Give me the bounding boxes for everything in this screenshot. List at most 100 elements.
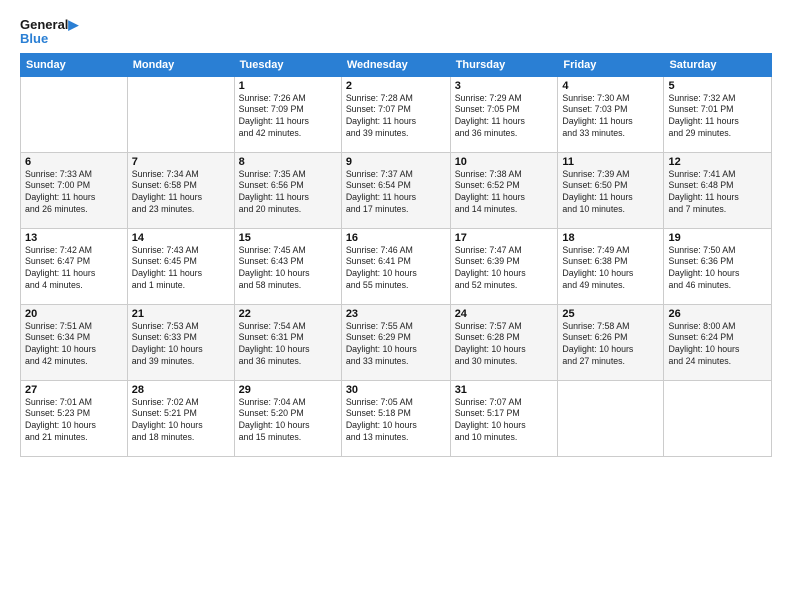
calendar-cell: 18Sunrise: 7:49 AMSunset: 6:38 PMDayligh… xyxy=(558,228,664,304)
cell-info: Sunrise: 7:50 AMSunset: 6:36 PMDaylight:… xyxy=(668,245,767,293)
calendar-cell: 25Sunrise: 7:58 AMSunset: 6:26 PMDayligh… xyxy=(558,304,664,380)
day-number: 15 xyxy=(239,232,337,244)
day-number: 29 xyxy=(239,384,337,396)
cell-info: Sunrise: 7:38 AMSunset: 6:52 PMDaylight:… xyxy=(455,169,554,217)
calendar-cell: 5Sunrise: 7:32 AMSunset: 7:01 PMDaylight… xyxy=(664,76,772,152)
cell-info: Sunrise: 7:29 AMSunset: 7:05 PMDaylight:… xyxy=(455,93,554,141)
cell-info: Sunrise: 7:28 AMSunset: 7:07 PMDaylight:… xyxy=(346,93,446,141)
calendar-cell: 8Sunrise: 7:35 AMSunset: 6:56 PMDaylight… xyxy=(234,152,341,228)
cell-info: Sunrise: 7:54 AMSunset: 6:31 PMDaylight:… xyxy=(239,321,337,369)
calendar-week-2: 13Sunrise: 7:42 AMSunset: 6:47 PMDayligh… xyxy=(21,228,772,304)
day-number: 28 xyxy=(132,384,230,396)
cell-info: Sunrise: 7:51 AMSunset: 6:34 PMDaylight:… xyxy=(25,321,123,369)
logo-text: General▶ Blue xyxy=(20,18,78,47)
cell-info: Sunrise: 7:46 AMSunset: 6:41 PMDaylight:… xyxy=(346,245,446,293)
calendar-cell xyxy=(664,380,772,456)
day-number: 17 xyxy=(455,232,554,244)
day-number: 6 xyxy=(25,156,123,168)
calendar-cell: 3Sunrise: 7:29 AMSunset: 7:05 PMDaylight… xyxy=(450,76,558,152)
weekday-header-tuesday: Tuesday xyxy=(234,53,341,76)
calendar-week-3: 20Sunrise: 7:51 AMSunset: 6:34 PMDayligh… xyxy=(21,304,772,380)
cell-info: Sunrise: 7:04 AMSunset: 5:20 PMDaylight:… xyxy=(239,397,337,445)
cell-info: Sunrise: 7:47 AMSunset: 6:39 PMDaylight:… xyxy=(455,245,554,293)
day-number: 14 xyxy=(132,232,230,244)
calendar-cell: 21Sunrise: 7:53 AMSunset: 6:33 PMDayligh… xyxy=(127,304,234,380)
cell-info: Sunrise: 7:02 AMSunset: 5:21 PMDaylight:… xyxy=(132,397,230,445)
calendar-cell: 14Sunrise: 7:43 AMSunset: 6:45 PMDayligh… xyxy=(127,228,234,304)
weekday-header-thursday: Thursday xyxy=(450,53,558,76)
calendar-week-1: 6Sunrise: 7:33 AMSunset: 7:00 PMDaylight… xyxy=(21,152,772,228)
calendar-cell: 26Sunrise: 8:00 AMSunset: 6:24 PMDayligh… xyxy=(664,304,772,380)
cell-info: Sunrise: 7:58 AMSunset: 6:26 PMDaylight:… xyxy=(562,321,659,369)
day-number: 10 xyxy=(455,156,554,168)
cell-info: Sunrise: 7:53 AMSunset: 6:33 PMDaylight:… xyxy=(132,321,230,369)
day-number: 1 xyxy=(239,80,337,92)
calendar-week-4: 27Sunrise: 7:01 AMSunset: 5:23 PMDayligh… xyxy=(21,380,772,456)
calendar-cell: 11Sunrise: 7:39 AMSunset: 6:50 PMDayligh… xyxy=(558,152,664,228)
calendar-cell: 15Sunrise: 7:45 AMSunset: 6:43 PMDayligh… xyxy=(234,228,341,304)
calendar-cell xyxy=(558,380,664,456)
day-number: 27 xyxy=(25,384,123,396)
cell-info: Sunrise: 8:00 AMSunset: 6:24 PMDaylight:… xyxy=(668,321,767,369)
weekday-header-monday: Monday xyxy=(127,53,234,76)
weekday-header-wednesday: Wednesday xyxy=(341,53,450,76)
day-number: 7 xyxy=(132,156,230,168)
calendar-cell: 9Sunrise: 7:37 AMSunset: 6:54 PMDaylight… xyxy=(341,152,450,228)
cell-info: Sunrise: 7:32 AMSunset: 7:01 PMDaylight:… xyxy=(668,93,767,141)
calendar-cell: 10Sunrise: 7:38 AMSunset: 6:52 PMDayligh… xyxy=(450,152,558,228)
day-number: 26 xyxy=(668,308,767,320)
day-number: 24 xyxy=(455,308,554,320)
day-number: 30 xyxy=(346,384,446,396)
cell-info: Sunrise: 7:05 AMSunset: 5:18 PMDaylight:… xyxy=(346,397,446,445)
day-number: 25 xyxy=(562,308,659,320)
cell-info: Sunrise: 7:01 AMSunset: 5:23 PMDaylight:… xyxy=(25,397,123,445)
weekday-header-saturday: Saturday xyxy=(664,53,772,76)
day-number: 4 xyxy=(562,80,659,92)
day-number: 22 xyxy=(239,308,337,320)
weekday-header-sunday: Sunday xyxy=(21,53,128,76)
cell-info: Sunrise: 7:34 AMSunset: 6:58 PMDaylight:… xyxy=(132,169,230,217)
cell-info: Sunrise: 7:55 AMSunset: 6:29 PMDaylight:… xyxy=(346,321,446,369)
calendar-cell: 24Sunrise: 7:57 AMSunset: 6:28 PMDayligh… xyxy=(450,304,558,380)
cell-info: Sunrise: 7:49 AMSunset: 6:38 PMDaylight:… xyxy=(562,245,659,293)
weekday-header-friday: Friday xyxy=(558,53,664,76)
day-number: 12 xyxy=(668,156,767,168)
calendar-week-0: 1Sunrise: 7:26 AMSunset: 7:09 PMDaylight… xyxy=(21,76,772,152)
cell-info: Sunrise: 7:42 AMSunset: 6:47 PMDaylight:… xyxy=(25,245,123,293)
cell-info: Sunrise: 7:30 AMSunset: 7:03 PMDaylight:… xyxy=(562,93,659,141)
day-number: 3 xyxy=(455,80,554,92)
cell-info: Sunrise: 7:45 AMSunset: 6:43 PMDaylight:… xyxy=(239,245,337,293)
calendar-cell: 4Sunrise: 7:30 AMSunset: 7:03 PMDaylight… xyxy=(558,76,664,152)
day-number: 8 xyxy=(239,156,337,168)
cell-info: Sunrise: 7:35 AMSunset: 6:56 PMDaylight:… xyxy=(239,169,337,217)
calendar-cell xyxy=(21,76,128,152)
day-number: 31 xyxy=(455,384,554,396)
day-number: 11 xyxy=(562,156,659,168)
cell-info: Sunrise: 7:41 AMSunset: 6:48 PMDaylight:… xyxy=(668,169,767,217)
calendar-cell: 13Sunrise: 7:42 AMSunset: 6:47 PMDayligh… xyxy=(21,228,128,304)
calendar-cell xyxy=(127,76,234,152)
day-number: 20 xyxy=(25,308,123,320)
calendar-cell: 30Sunrise: 7:05 AMSunset: 5:18 PMDayligh… xyxy=(341,380,450,456)
cell-info: Sunrise: 7:37 AMSunset: 6:54 PMDaylight:… xyxy=(346,169,446,217)
day-number: 9 xyxy=(346,156,446,168)
calendar-cell: 27Sunrise: 7:01 AMSunset: 5:23 PMDayligh… xyxy=(21,380,128,456)
cell-info: Sunrise: 7:57 AMSunset: 6:28 PMDaylight:… xyxy=(455,321,554,369)
day-number: 5 xyxy=(668,80,767,92)
calendar-cell: 23Sunrise: 7:55 AMSunset: 6:29 PMDayligh… xyxy=(341,304,450,380)
calendar-cell: 17Sunrise: 7:47 AMSunset: 6:39 PMDayligh… xyxy=(450,228,558,304)
calendar-cell: 19Sunrise: 7:50 AMSunset: 6:36 PMDayligh… xyxy=(664,228,772,304)
calendar-cell: 7Sunrise: 7:34 AMSunset: 6:58 PMDaylight… xyxy=(127,152,234,228)
calendar-cell: 1Sunrise: 7:26 AMSunset: 7:09 PMDaylight… xyxy=(234,76,341,152)
calendar-cell: 22Sunrise: 7:54 AMSunset: 6:31 PMDayligh… xyxy=(234,304,341,380)
cell-info: Sunrise: 7:43 AMSunset: 6:45 PMDaylight:… xyxy=(132,245,230,293)
day-number: 13 xyxy=(25,232,123,244)
day-number: 19 xyxy=(668,232,767,244)
calendar-table: SundayMondayTuesdayWednesdayThursdayFrid… xyxy=(20,53,772,457)
calendar-cell: 6Sunrise: 7:33 AMSunset: 7:00 PMDaylight… xyxy=(21,152,128,228)
calendar-cell: 2Sunrise: 7:28 AMSunset: 7:07 PMDaylight… xyxy=(341,76,450,152)
cell-info: Sunrise: 7:33 AMSunset: 7:00 PMDaylight:… xyxy=(25,169,123,217)
cell-info: Sunrise: 7:39 AMSunset: 6:50 PMDaylight:… xyxy=(562,169,659,217)
day-number: 23 xyxy=(346,308,446,320)
cell-info: Sunrise: 7:26 AMSunset: 7:09 PMDaylight:… xyxy=(239,93,337,141)
